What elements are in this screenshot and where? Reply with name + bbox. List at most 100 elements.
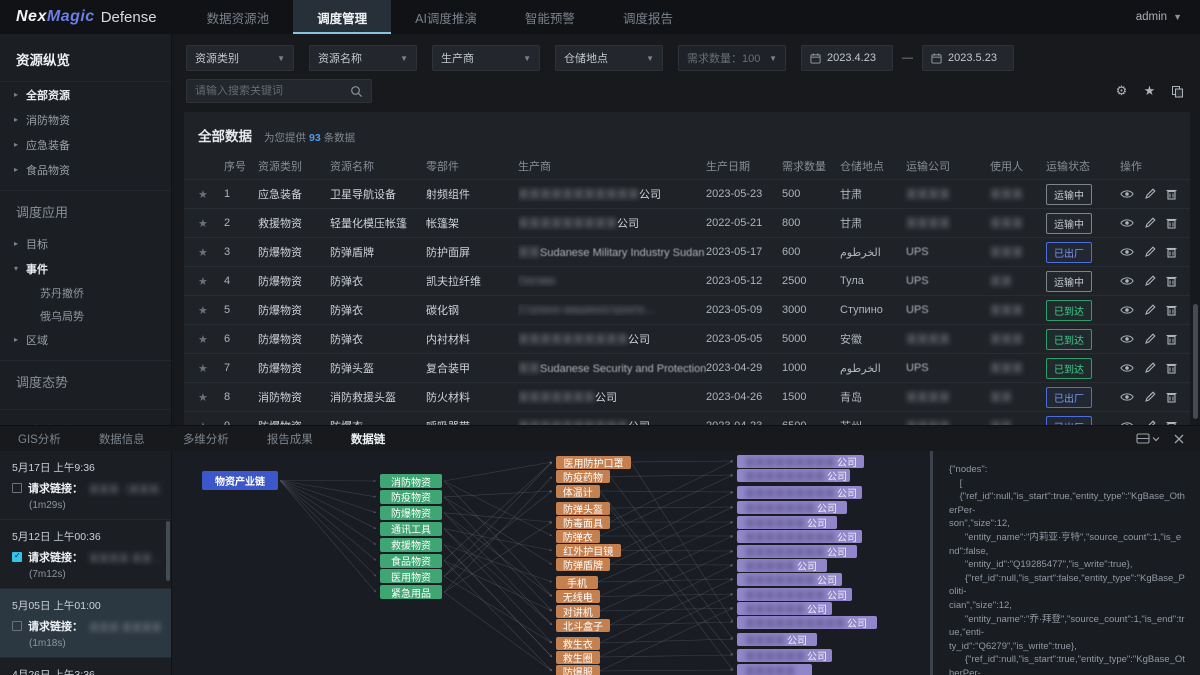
view-icon[interactable] (1120, 333, 1134, 345)
graph-company-node[interactable]: 某某某某某某某公司 (737, 573, 842, 586)
delete-icon[interactable] (1166, 246, 1177, 258)
filter-dropdown[interactable]: 生产商 ▼ (432, 45, 540, 71)
graph-category-node[interactable]: 通讯工具 (380, 522, 442, 536)
graph-company-node[interactable]: 某某某某某 (737, 664, 812, 675)
graph-company-node[interactable]: 某某某某某某公司 (737, 516, 837, 529)
request-item[interactable]: 5月17日 上午9:36 请求链接： 某某某（某某某某某）… (1m29s) (0, 451, 171, 520)
nav-tab[interactable]: 调度报告 (599, 0, 697, 34)
graph-company-node[interactable]: 某某某某某某某某某公司 (737, 530, 862, 543)
graph-company-node[interactable]: 某某某某某某公司 (737, 649, 832, 662)
graph-company-node[interactable]: 某某某某某某某某某某公司 (737, 616, 877, 629)
nav-tab[interactable]: 智能预警 (501, 0, 599, 34)
nav-tab[interactable]: AI调度推演 (391, 0, 501, 34)
view-icon[interactable] (1120, 362, 1134, 374)
search-icon[interactable] (350, 85, 363, 98)
edit-icon[interactable] (1144, 275, 1156, 287)
nav-tab[interactable]: 调度管理 (293, 0, 391, 34)
view-icon[interactable] (1120, 217, 1134, 229)
table-row[interactable]: ★ 3 防爆物资 防弹盾牌 防护面屏 某某Sudanese Military I… (184, 237, 1190, 266)
graph-category-node[interactable]: 紧急用品 (380, 585, 442, 599)
star-icon[interactable]: ★ (198, 391, 224, 404)
view-icon[interactable] (1120, 188, 1134, 200)
bottom-tab[interactable]: 报告成果 (265, 427, 315, 451)
graph-category-node[interactable]: 防爆物资 (380, 506, 442, 520)
star-icon[interactable]: ★ (198, 362, 224, 375)
edit-icon[interactable] (1144, 188, 1156, 200)
graph-company-node[interactable]: 某某某某某某某某公司 (737, 588, 852, 601)
view-icon[interactable] (1120, 246, 1134, 258)
filter-dropdown[interactable]: 需求数量：100 ▼ (678, 45, 786, 71)
table-row[interactable]: ★ 6 防爆物资 防弹衣 内衬材料 某某某某某某某某某某公司 2023-05-0… (184, 324, 1190, 353)
sidebar-entry[interactable]: ▾事件 (0, 256, 171, 281)
graph-category-node[interactable]: 防疫物资 (380, 490, 442, 504)
request-item[interactable]: 5月05日 上午01:00 请求链接： 某某某 某某某某 某某… (1m18s) (0, 589, 171, 658)
sidebar-entry[interactable]: 资源纵览 (0, 34, 171, 82)
json-detail-panel[interactable]: {"nodes": [ {"ref_id":null,"is_start":tr… (930, 451, 1200, 675)
bottom-tab[interactable]: 数据链 (349, 427, 388, 451)
graph-item-node[interactable]: 医用防护口罩 (556, 456, 631, 469)
sidebar-entry[interactable]: ▸区域 (0, 327, 171, 352)
table-row[interactable]: ★ 8 消防物资 消防救援头盔 防火材料 某某某某某某某公司 2023-04-2… (184, 382, 1190, 411)
graph-company-node[interactable]: 某某某某某某某某公司 (737, 469, 850, 482)
sidebar-entry[interactable]: 调度应用 (0, 190, 171, 231)
sidebar-entry[interactable]: ▸消防物资 (0, 107, 171, 132)
graph-item-node[interactable]: 对讲机 (556, 605, 600, 618)
nav-tab[interactable]: 数据资源池 (183, 0, 294, 34)
star-icon[interactable]: ★ (198, 217, 224, 230)
delete-icon[interactable] (1166, 391, 1177, 403)
star-icon[interactable]: ★ (198, 188, 224, 201)
close-icon[interactable] (1174, 434, 1184, 444)
date-from-picker[interactable]: 2023.4.23 (801, 45, 893, 71)
user-menu[interactable]: admin ▼ (1118, 0, 1200, 34)
request-item[interactable]: 5月12日 上午00:36 请求链接： 某某某某 某某… (7m12s) (0, 520, 171, 589)
graph-company-node[interactable]: 某某某某某公司 (737, 559, 827, 572)
request-checkbox[interactable] (12, 552, 22, 562)
graph-root-node[interactable]: 物资产业链 (202, 471, 278, 490)
edit-icon[interactable] (1144, 304, 1156, 316)
star-icon[interactable]: ★ (198, 275, 224, 288)
table-row[interactable]: ★ 7 防爆物资 防弹头盔 复合装甲 某某Sudanese Security a… (184, 353, 1190, 382)
bottom-tab[interactable]: 数据信息 (97, 427, 147, 451)
graph-category-node[interactable]: 医用物资 (380, 569, 442, 583)
vertical-scrollbar[interactable] (1193, 304, 1198, 419)
date-to-picker[interactable]: 2023.5.23 (922, 45, 1014, 71)
graph-category-node[interactable]: 食品物资 (380, 554, 442, 568)
edit-icon[interactable] (1144, 217, 1156, 229)
edit-icon[interactable] (1144, 362, 1156, 374)
edit-icon[interactable] (1144, 333, 1156, 345)
filter-dropdown[interactable]: 资源名称 ▼ (309, 45, 417, 71)
graph-item-node[interactable]: 防疫药物 (556, 470, 610, 483)
copy-icon[interactable] (1169, 83, 1186, 100)
table-row[interactable]: ★ 2 救援物资 轻量化模压帐篷 帐篷架 某某某某某某某某某公司 2022-05… (184, 208, 1190, 237)
delete-icon[interactable] (1166, 304, 1177, 316)
table-row[interactable]: ★ 1 应急装备 卫星导航设备 射频组件 某某某某某某某某某某某公司 2023-… (184, 179, 1190, 208)
graph-item-node[interactable]: 防爆服 (556, 665, 600, 675)
graph-category-node[interactable]: 消防物资 (380, 474, 442, 488)
sidebar-entry[interactable]: 苏丹撤侨 (0, 281, 171, 304)
delete-icon[interactable] (1166, 188, 1177, 200)
graph-company-node[interactable]: 某某某某公司 (737, 633, 817, 646)
request-checkbox[interactable] (12, 483, 22, 493)
sidebar-entry[interactable]: 俄乌局势 (0, 304, 171, 327)
request-item[interactable]: 4月26日 上午3:36 请求链接： 某 某某某 某某… (1m21s) (0, 658, 171, 675)
delete-icon[interactable] (1166, 217, 1177, 229)
graph-item-node[interactable]: 红外护目镜 (556, 544, 621, 557)
sidebar-entry[interactable]: ▸应急装备 (0, 132, 171, 157)
delete-icon[interactable] (1166, 275, 1177, 287)
graph-item-node[interactable]: 手机 (556, 576, 598, 589)
star-icon[interactable]: ★ (198, 246, 224, 259)
graph-item-node[interactable]: 救生圈 (556, 651, 600, 664)
graph-item-node[interactable]: 救生衣 (556, 637, 600, 650)
edit-icon[interactable] (1144, 391, 1156, 403)
data-chain-graph[interactable]: 物资产业链 消防物资防疫物资防爆物资通讯工具救援物资食品物资医用物资紧急用品 医用防… (172, 451, 930, 675)
table-row[interactable]: ★ 5 防爆物资 防弹衣 碳化钢 Ступино машиностроите… … (184, 295, 1190, 324)
graph-category-node[interactable]: 救援物资 (380, 538, 442, 552)
edit-icon[interactable] (1144, 246, 1156, 258)
request-list-scrollbar[interactable] (166, 521, 170, 581)
view-icon[interactable] (1120, 304, 1134, 316)
table-row[interactable]: ★ 9 防爆物资 防爆衣 呼吸器带 某某某某某某某某某某公司 2023-04-2… (184, 411, 1190, 425)
request-checkbox[interactable] (12, 621, 22, 631)
filter-dropdown[interactable]: 资源类别 ▼ (186, 45, 294, 71)
graph-item-node[interactable]: 防弹盾牌 (556, 558, 610, 571)
graph-item-node[interactable]: 防毒面具 (556, 516, 610, 529)
